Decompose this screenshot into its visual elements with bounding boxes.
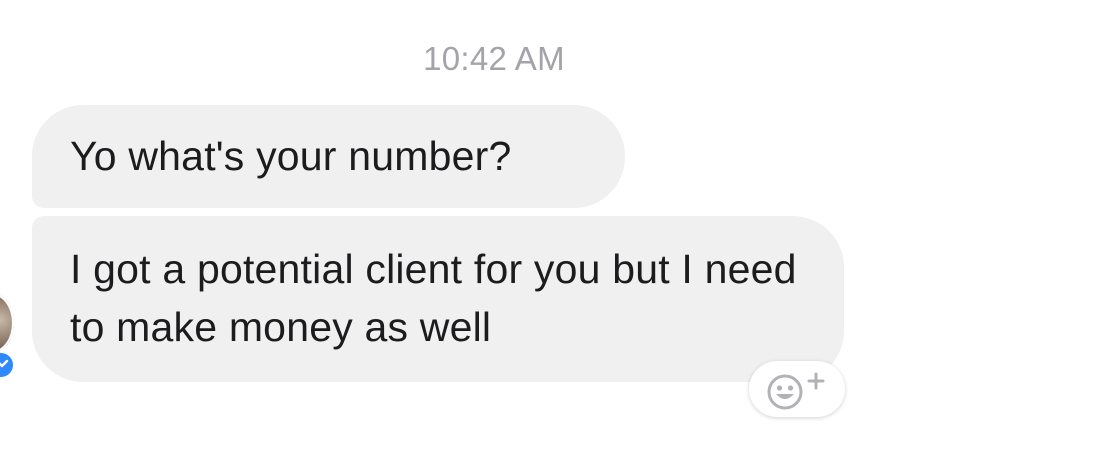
emoji-add-icon [767, 372, 825, 410]
add-reaction-button[interactable] [749, 361, 845, 417]
message-bubble[interactable]: I got a potential client for you but I n… [32, 216, 844, 382]
sender-avatar[interactable] [0, 293, 14, 353]
message-timestamp: 10:42 AM [423, 40, 565, 77]
message-bubble[interactable]: Yo what's your number? [32, 105, 625, 208]
messenger-badge-icon [0, 350, 16, 380]
